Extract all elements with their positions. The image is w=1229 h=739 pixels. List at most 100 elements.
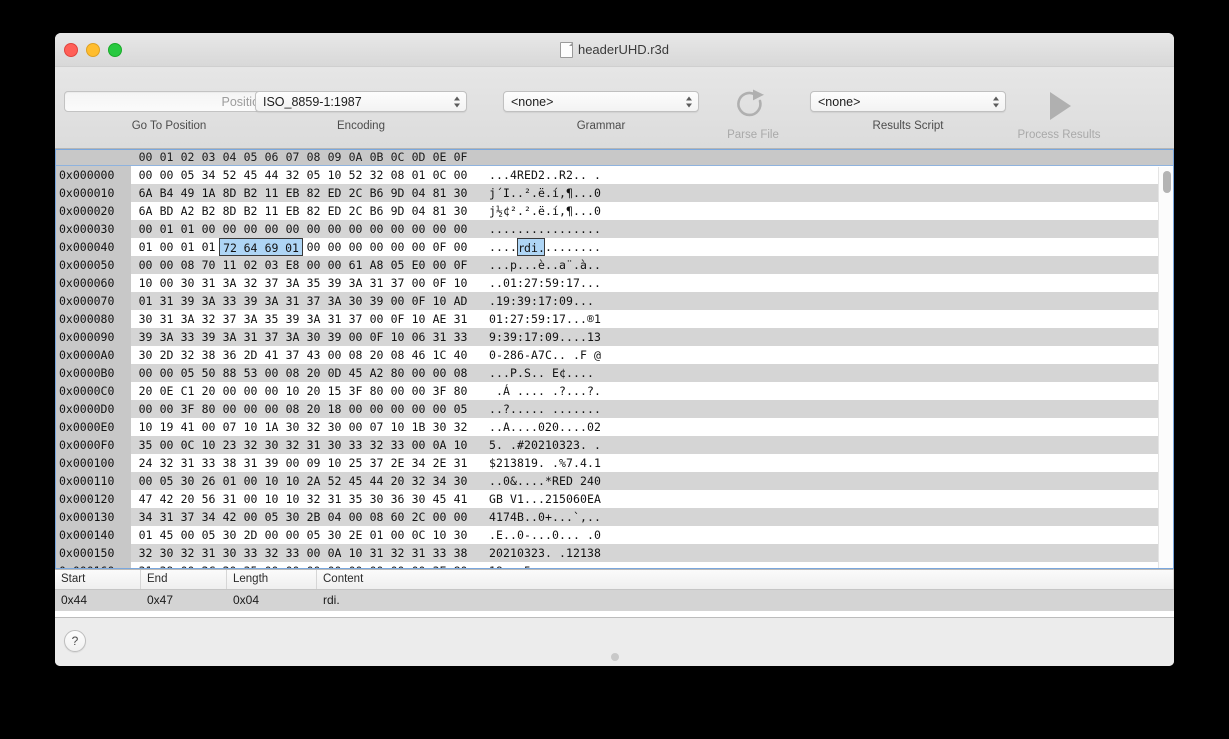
hex-byte[interactable]: 38 bbox=[198, 346, 219, 364]
ascii-char[interactable]: . bbox=[566, 400, 573, 418]
ascii-char[interactable]: 4 bbox=[489, 508, 496, 526]
hex-byte[interactable]: 52 bbox=[324, 472, 345, 490]
ascii-char[interactable]: . bbox=[503, 562, 510, 569]
hex-byte[interactable]: 04 bbox=[324, 508, 345, 526]
ascii-char[interactable]: . bbox=[538, 364, 545, 382]
hex-byte[interactable]: 3E bbox=[429, 562, 450, 569]
ascii-char[interactable]: . bbox=[580, 292, 587, 310]
close-window-button[interactable] bbox=[64, 42, 78, 57]
hex-byte[interactable]: 31 bbox=[303, 436, 324, 454]
ascii-char[interactable]: + bbox=[545, 508, 552, 526]
hex-row[interactable]: 0x000100 24 32 31 33 38 31 39 00 09 10 25 37 2E 34 2E 31… bbox=[55, 454, 1174, 472]
hex-byte[interactable]: E0 bbox=[408, 256, 429, 274]
ascii-char[interactable]: . bbox=[538, 238, 545, 256]
hex-byte[interactable]: 05 bbox=[198, 526, 219, 544]
ascii-char[interactable]: 2 bbox=[503, 544, 510, 562]
hex-row-bytes[interactable]: 00 05 30 26 01 00 10 10 2A 52 45 44 20 32 34 30 bbox=[131, 472, 471, 490]
ascii-char[interactable]: R bbox=[552, 472, 559, 490]
hex-byte[interactable]: 00 bbox=[156, 166, 177, 184]
hex-byte[interactable]: 32 bbox=[156, 454, 177, 472]
ascii-char[interactable]: . bbox=[496, 436, 503, 454]
hex-row-ascii[interactable]: ....rdi......... bbox=[489, 238, 601, 256]
ascii-char[interactable]: 2 bbox=[580, 472, 587, 490]
ascii-char[interactable]: > bbox=[587, 562, 594, 569]
ascii-char[interactable]: ¢ bbox=[559, 364, 566, 382]
hex-byte[interactable]: 8D bbox=[219, 184, 240, 202]
hex-byte[interactable]: 32 bbox=[303, 418, 324, 436]
ascii-char[interactable]: 3 bbox=[517, 292, 524, 310]
ascii-char[interactable]: 8 bbox=[517, 454, 524, 472]
ascii-char[interactable]: 9 bbox=[552, 274, 559, 292]
hex-row-bytes[interactable]: 01 31 39 3A 33 39 3A 31 37 3A 30 39 00 0F 10 AD bbox=[131, 292, 471, 310]
hex-byte[interactable]: 33 bbox=[177, 328, 198, 346]
hex-byte[interactable]: 3F bbox=[429, 382, 450, 400]
ascii-char[interactable] bbox=[580, 526, 587, 544]
hex-row-ascii[interactable]: 20210323. .12138 bbox=[489, 544, 601, 562]
ascii-char[interactable]: 0 bbox=[587, 418, 594, 436]
ascii-char[interactable]: a bbox=[559, 256, 566, 274]
hex-byte[interactable]: 00 bbox=[345, 220, 366, 238]
ascii-char[interactable]: 2 bbox=[566, 166, 573, 184]
column-header-start[interactable]: Start bbox=[55, 570, 141, 589]
ascii-char[interactable]: 7 bbox=[531, 328, 538, 346]
hex-byte[interactable]: 00 bbox=[450, 166, 471, 184]
ascii-char[interactable]: . bbox=[552, 220, 559, 238]
process-results-button[interactable] bbox=[955, 87, 1163, 125]
ascii-char[interactable]: 0 bbox=[538, 508, 545, 526]
ascii-char[interactable]: 0 bbox=[503, 472, 510, 490]
ascii-char[interactable] bbox=[587, 436, 594, 454]
hex-row-bytes[interactable]: 32 30 32 31 30 33 32 33 00 0A 10 31 32 31 33 38 bbox=[131, 544, 471, 562]
hex-byte[interactable]: 3A bbox=[282, 274, 303, 292]
hex-byte[interactable]: A8 bbox=[366, 256, 387, 274]
hex-byte[interactable]: 00 bbox=[303, 220, 324, 238]
ascii-char[interactable]: . bbox=[496, 472, 503, 490]
ascii-char[interactable]: 7 bbox=[545, 292, 552, 310]
hex-byte[interactable]: 37 bbox=[366, 454, 387, 472]
hex-byte[interactable]: 39 bbox=[240, 292, 261, 310]
hex-byte[interactable]: 01 bbox=[177, 238, 198, 256]
ascii-char[interactable]: 6 bbox=[573, 490, 580, 508]
ascii-char[interactable]: 9 bbox=[538, 310, 545, 328]
hex-row-bytes[interactable]: 00 01 01 00 00 00 00 00 00 00 00 00 00 00 00 00 bbox=[131, 220, 471, 238]
hex-byte[interactable]: 00 bbox=[240, 490, 261, 508]
hex-row-bytes[interactable]: 01 45 00 05 30 2D 00 00 05 30 2E 01 00 0C 10 30 bbox=[131, 526, 471, 544]
ascii-char[interactable]: , bbox=[559, 202, 566, 220]
hex-byte[interactable]: 2E bbox=[429, 454, 450, 472]
hex-byte[interactable]: A2 bbox=[366, 364, 387, 382]
hex-byte[interactable]: 1B bbox=[408, 418, 429, 436]
ascii-char[interactable]: . bbox=[531, 526, 538, 544]
hex-byte[interactable]: 2D bbox=[156, 346, 177, 364]
hex-byte[interactable]: 52 bbox=[219, 166, 240, 184]
hex-byte[interactable]: 37 bbox=[303, 292, 324, 310]
ascii-char[interactable]: . bbox=[531, 256, 538, 274]
ascii-char[interactable]: d bbox=[524, 238, 531, 256]
hex-byte[interactable]: 23 bbox=[219, 436, 240, 454]
hex-byte[interactable]: 31 bbox=[156, 508, 177, 526]
hex-byte[interactable]: 00 bbox=[156, 436, 177, 454]
ascii-char[interactable]: . bbox=[496, 166, 503, 184]
hex-byte[interactable]: B4 bbox=[156, 184, 177, 202]
hex-byte[interactable]: 08 bbox=[366, 508, 387, 526]
ascii-char[interactable]: . bbox=[545, 166, 552, 184]
hex-byte[interactable]: 37 bbox=[261, 274, 282, 292]
hex-byte[interactable]: 00 bbox=[261, 400, 282, 418]
ascii-char[interactable]: ë bbox=[538, 202, 545, 220]
ascii-char[interactable]: . bbox=[524, 382, 531, 400]
ascii-char[interactable]: . bbox=[580, 310, 587, 328]
hex-byte[interactable]: 00 bbox=[408, 436, 429, 454]
hex-row-ascii[interactable]: .19:39:17:09...­ bbox=[489, 292, 601, 310]
resize-grip[interactable] bbox=[610, 653, 619, 661]
hex-byte[interactable]: 44 bbox=[366, 472, 387, 490]
hex-byte[interactable]: 35 bbox=[303, 274, 324, 292]
hex-byte[interactable]: 60 bbox=[387, 508, 408, 526]
ascii-char[interactable]: . bbox=[594, 436, 601, 454]
ascii-char[interactable]: . bbox=[545, 220, 552, 238]
ascii-char[interactable]: . bbox=[566, 220, 573, 238]
hex-byte[interactable]: 01 bbox=[198, 238, 219, 256]
hex-byte[interactable]: 2E bbox=[387, 454, 408, 472]
hex-byte[interactable]: 00 bbox=[345, 508, 366, 526]
hex-row-ascii[interactable]: ..01:27:59:17... bbox=[489, 274, 601, 292]
hex-byte[interactable]: 34 bbox=[135, 508, 156, 526]
hex-byte[interactable]: 35 bbox=[261, 310, 282, 328]
hex-byte[interactable]: 00 bbox=[240, 400, 261, 418]
